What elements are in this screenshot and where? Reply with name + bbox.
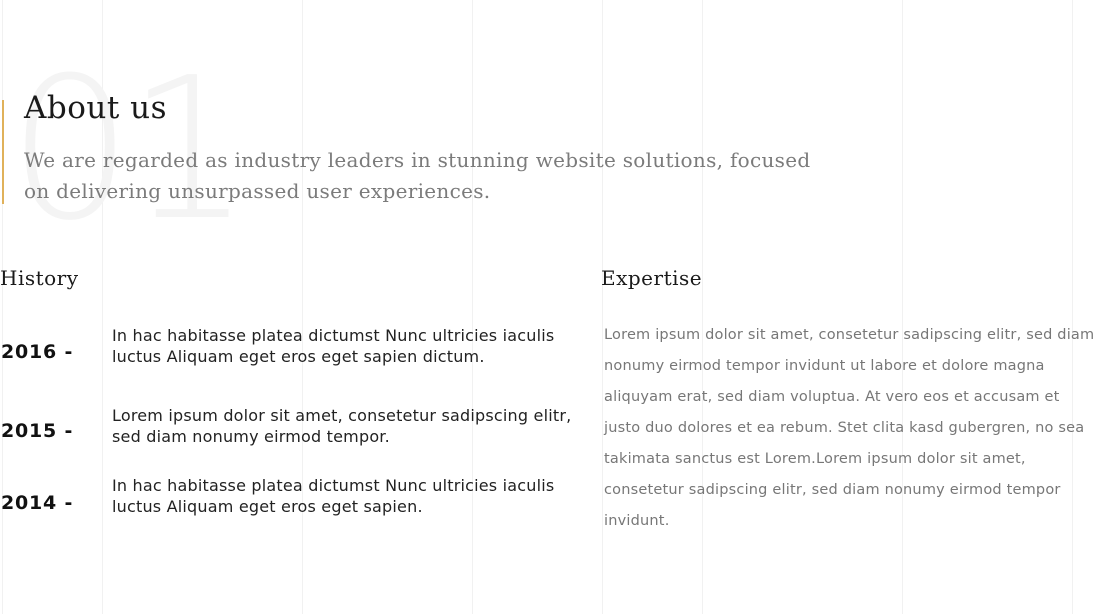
about-title: About us [24,90,168,126]
history-text: In hac habitasse platea dictumst Nunc ul… [112,476,555,516]
expertise-heading: Expertise [601,266,703,290]
history-year: 2015 - [1,420,74,442]
history-heading: History [0,266,79,290]
history-text: In hac habitasse platea dictumst Nunc ul… [112,326,555,366]
grid-line [2,0,3,614]
accent-bar [2,100,4,204]
history-year: 2014 - [1,492,74,514]
expertise-text: Lorem ipsum dolor sit amet, consetetur s… [604,327,1095,529]
grid-line [302,0,303,614]
history-text: Lorem ipsum dolor sit amet, consetetur s… [112,406,572,446]
about-lead: We are regarded as industry leaders in s… [24,148,811,203]
history-year: 2016 - [1,341,74,363]
grid-line [602,0,603,614]
grid-line [472,0,473,614]
